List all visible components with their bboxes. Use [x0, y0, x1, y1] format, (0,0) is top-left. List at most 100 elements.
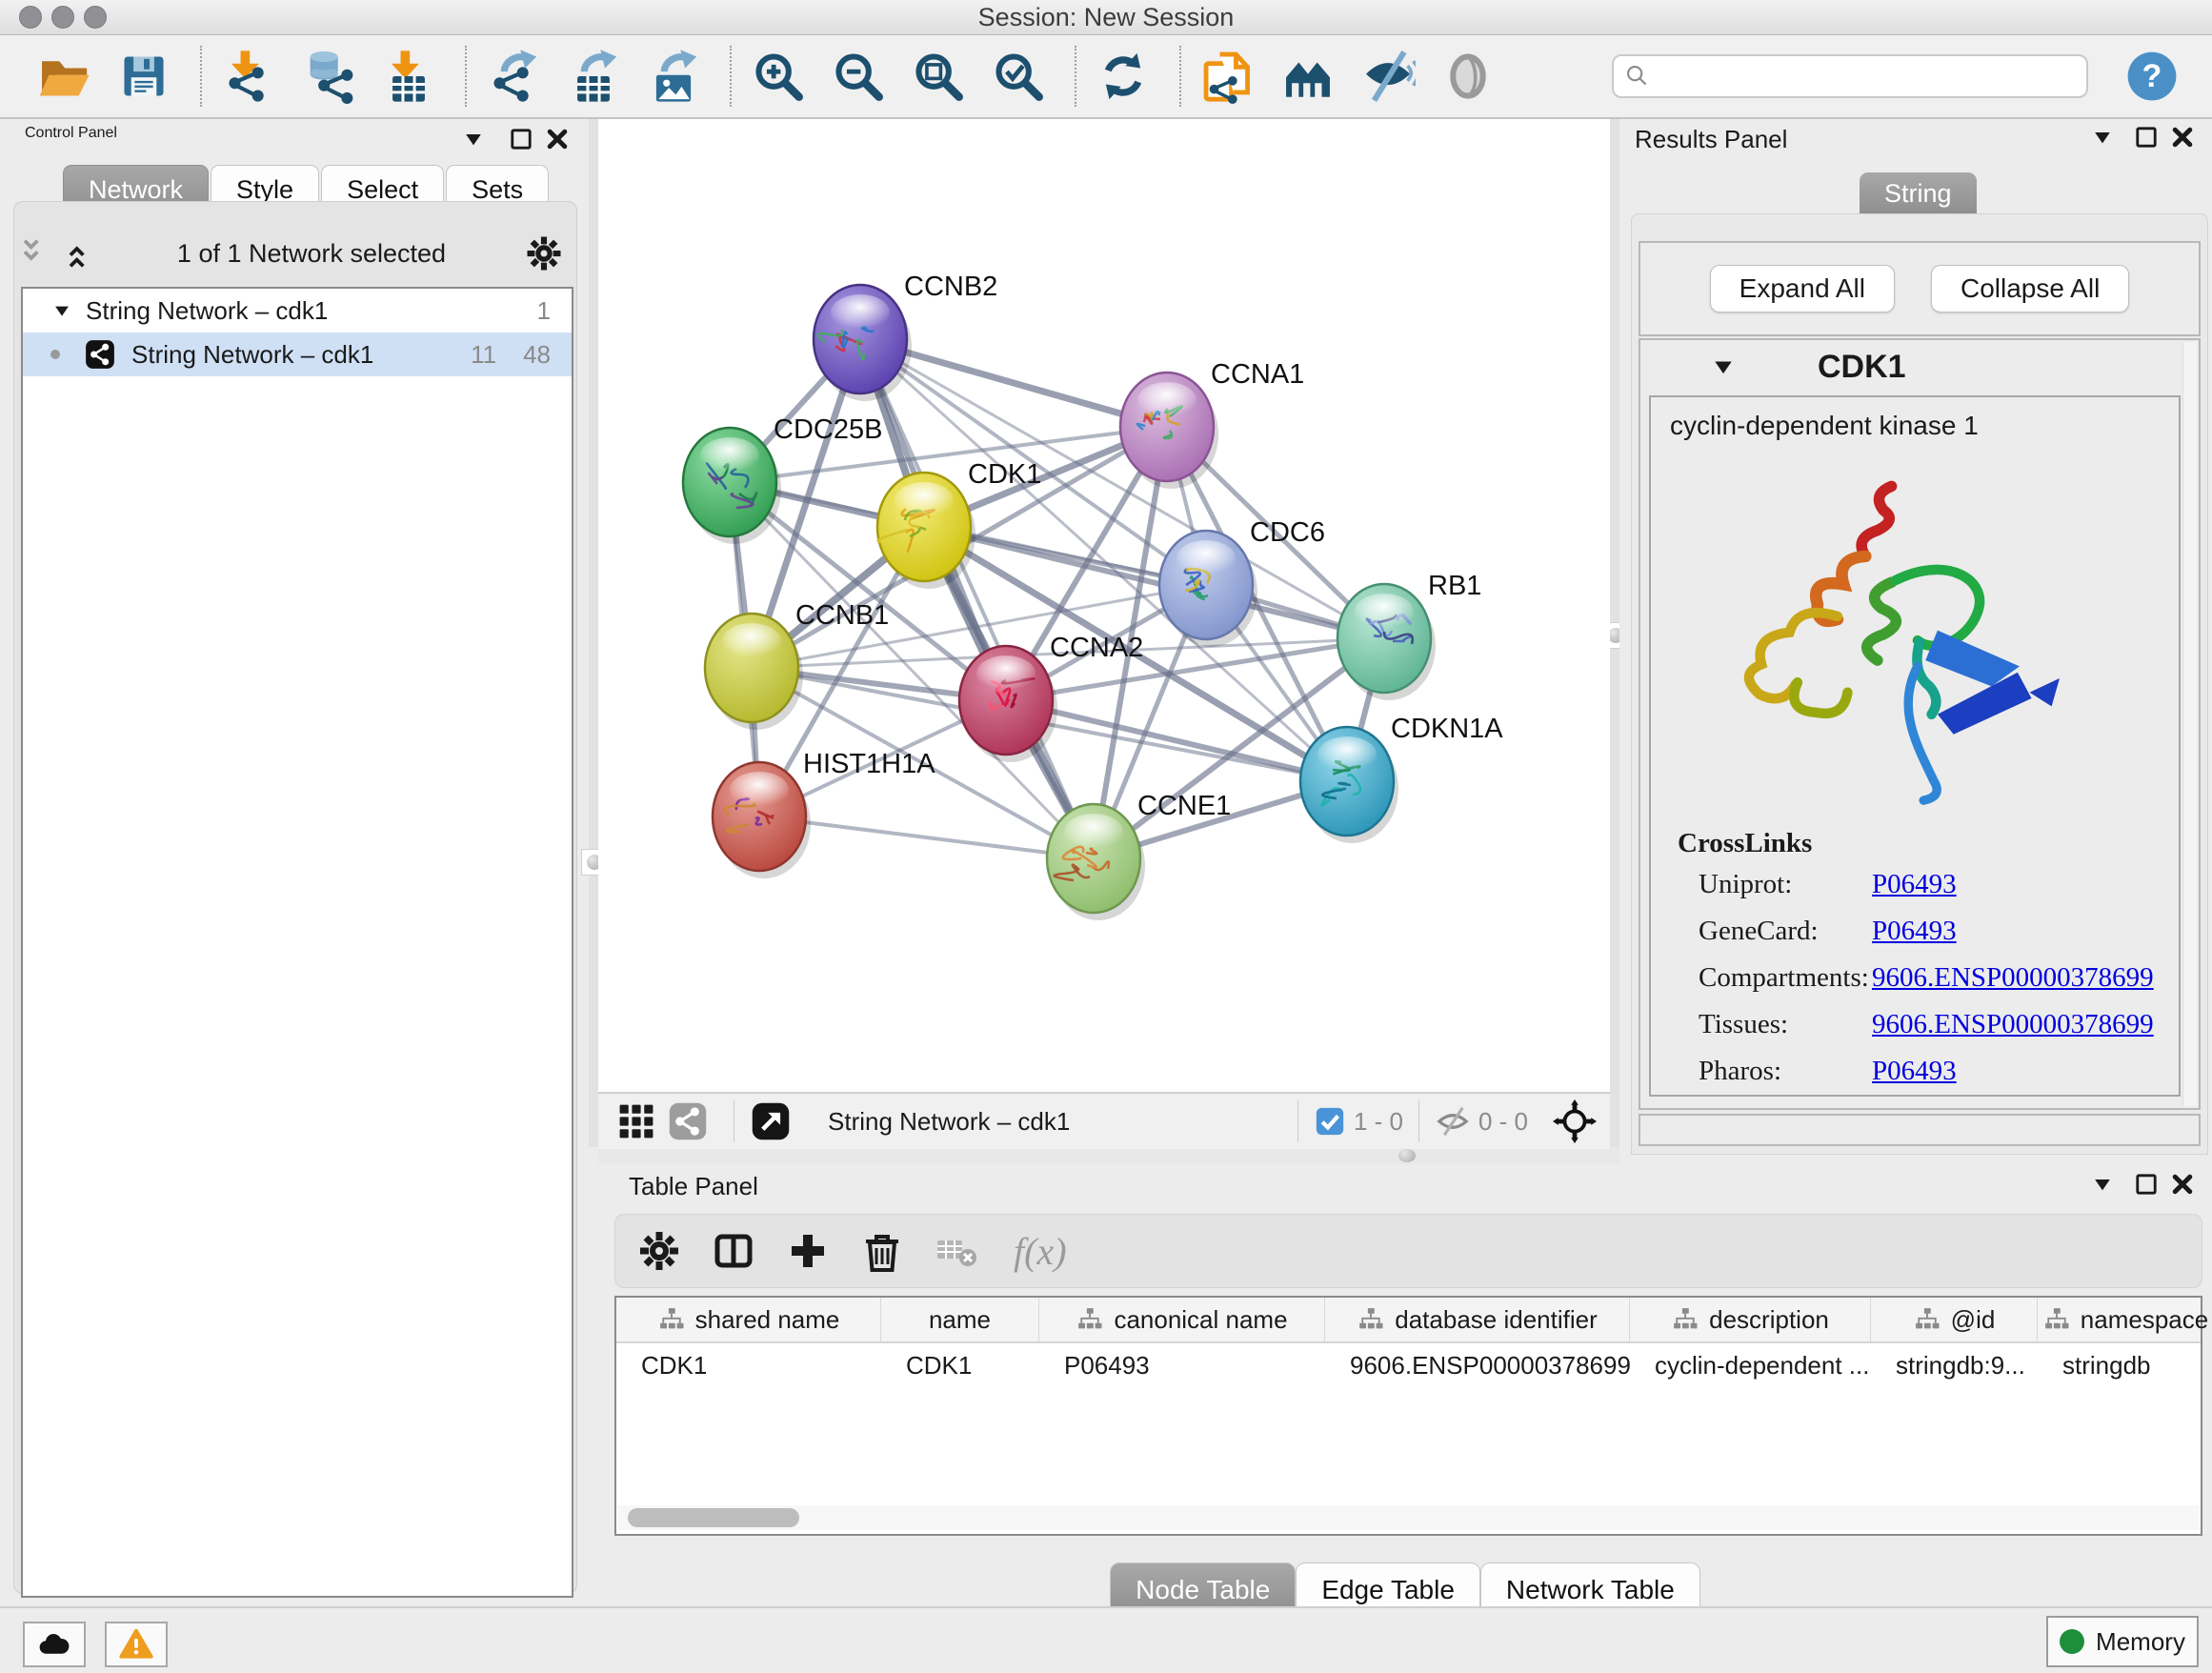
open-session-icon[interactable]	[36, 49, 91, 104]
columns-icon[interactable]	[711, 1228, 756, 1274]
export-image-icon[interactable]	[646, 49, 701, 104]
window-title: Session: New Session	[0, 3, 2212, 32]
network-row[interactable]: String Network – cdk1 11 48	[23, 333, 572, 376]
column-header-canonical-name[interactable]: canonical name	[1039, 1298, 1325, 1341]
apply-layout-icon[interactable]	[1096, 49, 1151, 104]
table-row[interactable]: CDK1CDK1P064939606.ENSP00000378699cyclin…	[616, 1343, 2201, 1387]
clone-network-icon[interactable]	[1200, 49, 1256, 104]
column-header-name[interactable]: name	[881, 1298, 1039, 1341]
network-node-count: 11	[471, 340, 496, 370]
node-HIST1H1A[interactable]: HIST1H1A	[713, 749, 935, 878]
tab-string[interactable]: String	[1860, 172, 1977, 214]
node-CCNE1[interactable]: CCNE1	[1047, 791, 1231, 920]
expand-all-button[interactable]: Expand All	[1710, 265, 1895, 312]
fit-content-icon[interactable]	[1553, 1099, 1597, 1143]
node-RB1[interactable]: RB1	[1337, 571, 1481, 700]
network-view-canvas[interactable]: CCNB2 CCNA1 CDC25B CDK1 CDC6	[598, 119, 1610, 1092]
memory-status-dot	[2060, 1629, 2084, 1654]
column-header--id[interactable]: @id	[1871, 1298, 2038, 1341]
crosslink-link[interactable]: 9606.ENSP00000378699	[1872, 962, 2154, 994]
left-splitter[interactable]	[589, 119, 598, 1147]
control-panel-menu-icon[interactable]	[457, 123, 490, 155]
show-grid-icon[interactable]	[615, 1100, 657, 1142]
table-cell[interactable]: stringdb	[2038, 1343, 2212, 1387]
trash-icon[interactable]	[859, 1228, 905, 1274]
control-panel-close-icon[interactable]	[541, 123, 573, 155]
results-panel-float-icon[interactable]	[2130, 121, 2162, 153]
table-cell[interactable]: cyclin-dependent ...	[1630, 1343, 1871, 1387]
gear-icon[interactable]	[636, 1228, 682, 1274]
current-network-dot-icon	[44, 343, 67, 366]
network-options-gear-icon[interactable]	[524, 233, 564, 273]
expand-all-networks-icon[interactable]	[61, 234, 99, 272]
right-splitter[interactable]	[1610, 119, 1619, 1164]
crosslink-link[interactable]: P06493	[1872, 1056, 1957, 1087]
show-all-icon[interactable]	[1440, 49, 1496, 104]
warnings-button[interactable]	[105, 1622, 168, 1667]
column-header-database-identifier[interactable]: database identifier	[1325, 1298, 1630, 1341]
cdk1-collapse-icon[interactable]	[1705, 349, 1741, 385]
table-hscrollbar-thumb[interactable]	[628, 1508, 799, 1527]
node-CDC6[interactable]: CDC6	[1159, 517, 1325, 647]
column-tree-icon	[1913, 1305, 1941, 1334]
control-panel-float-icon[interactable]	[505, 123, 537, 155]
edge-CCNB2-CCNE1[interactable]	[860, 339, 1094, 858]
hide-selected-icon[interactable]	[1360, 49, 1416, 104]
detach-view-icon[interactable]	[750, 1100, 792, 1142]
search-box[interactable]	[1612, 54, 2088, 98]
add-icon[interactable]	[785, 1228, 831, 1274]
zoom-out-icon[interactable]	[831, 49, 886, 104]
save-session-icon[interactable]	[116, 49, 171, 104]
table-cell[interactable]: CDK1	[616, 1343, 881, 1387]
node-CDKN1A[interactable]: CDKN1A	[1300, 714, 1503, 843]
crosslink-link[interactable]: P06493	[1872, 869, 1957, 900]
export-network-icon[interactable]	[486, 49, 541, 104]
zoom-fit-icon[interactable]	[911, 49, 966, 104]
network-tree: String Network – cdk1 1 String Network –…	[21, 287, 573, 1598]
network-share-icon[interactable]	[667, 1100, 709, 1142]
search-input[interactable]	[1654, 57, 2086, 95]
network-collection-row[interactable]: String Network – cdk1 1	[23, 289, 572, 333]
column-header-description[interactable]: description	[1630, 1298, 1871, 1341]
table-panel-menu-icon[interactable]	[2086, 1168, 2119, 1200]
table-cell[interactable]: stringdb:9...	[1871, 1343, 2038, 1387]
zoom-selected-icon[interactable]	[991, 49, 1046, 104]
collapse-all-networks-icon[interactable]	[15, 234, 53, 272]
crosslink-link[interactable]: 9606.ENSP00000378699	[1872, 1009, 2154, 1040]
results-scrollbar[interactable]	[2182, 342, 2197, 1106]
memory-label: Memory	[2096, 1627, 2185, 1657]
cloud-status-button[interactable]	[23, 1622, 86, 1667]
collection-expand-icon[interactable]	[48, 296, 76, 325]
node-CCNB1[interactable]: CCNB1	[705, 600, 889, 730]
export-table-icon[interactable]	[566, 49, 621, 104]
selected-count-checkbox-icon[interactable]	[1314, 1105, 1346, 1138]
results-panel-menu-icon[interactable]	[2086, 121, 2119, 153]
function-builder-icon[interactable]: f(x)	[1014, 1229, 1067, 1274]
column-header-shared-name[interactable]: shared name	[616, 1298, 881, 1341]
table-hscrollbar[interactable]	[618, 1505, 2199, 1530]
table-cell[interactable]: CDK1	[881, 1343, 1039, 1387]
horizontal-splitter-handle[interactable]	[1398, 1149, 1416, 1162]
string-network-graph[interactable]: CCNB2 CCNA1 CDC25B CDK1 CDC6	[598, 119, 1610, 1092]
import-table-icon[interactable]	[381, 49, 436, 104]
table-remove-icon[interactable]	[934, 1228, 979, 1274]
help-button[interactable]: ?	[2124, 49, 2180, 104]
table-panel-float-icon[interactable]	[2130, 1168, 2162, 1200]
node-table[interactable]: shared namenamecanonical namedatabase id…	[614, 1296, 2202, 1536]
results-panel-close-icon[interactable]	[2166, 121, 2199, 153]
cdk1-section-header[interactable]: CDK1	[1640, 340, 2199, 393]
table-cell[interactable]: 9606.ENSP00000378699	[1325, 1343, 1630, 1387]
memory-button[interactable]: Memory	[2046, 1616, 2199, 1667]
table-cell[interactable]: P06493	[1039, 1343, 1325, 1387]
collection-count: 1	[537, 296, 551, 326]
zoom-in-icon[interactable]	[751, 49, 806, 104]
collapse-all-button[interactable]: Collapse All	[1931, 265, 2129, 312]
column-header-namespace[interactable]: namespace	[2038, 1298, 2212, 1341]
import-network-file-icon[interactable]	[221, 49, 276, 104]
toolbar-separator	[1075, 46, 1076, 107]
import-network-database-icon[interactable]	[301, 49, 356, 104]
crosslink-link[interactable]: P06493	[1872, 916, 1957, 947]
node-CDK1[interactable]: CDK1	[877, 459, 1041, 589]
birdseye-view-icon[interactable]	[1280, 49, 1336, 104]
table-panel-close-icon[interactable]	[2166, 1168, 2199, 1200]
